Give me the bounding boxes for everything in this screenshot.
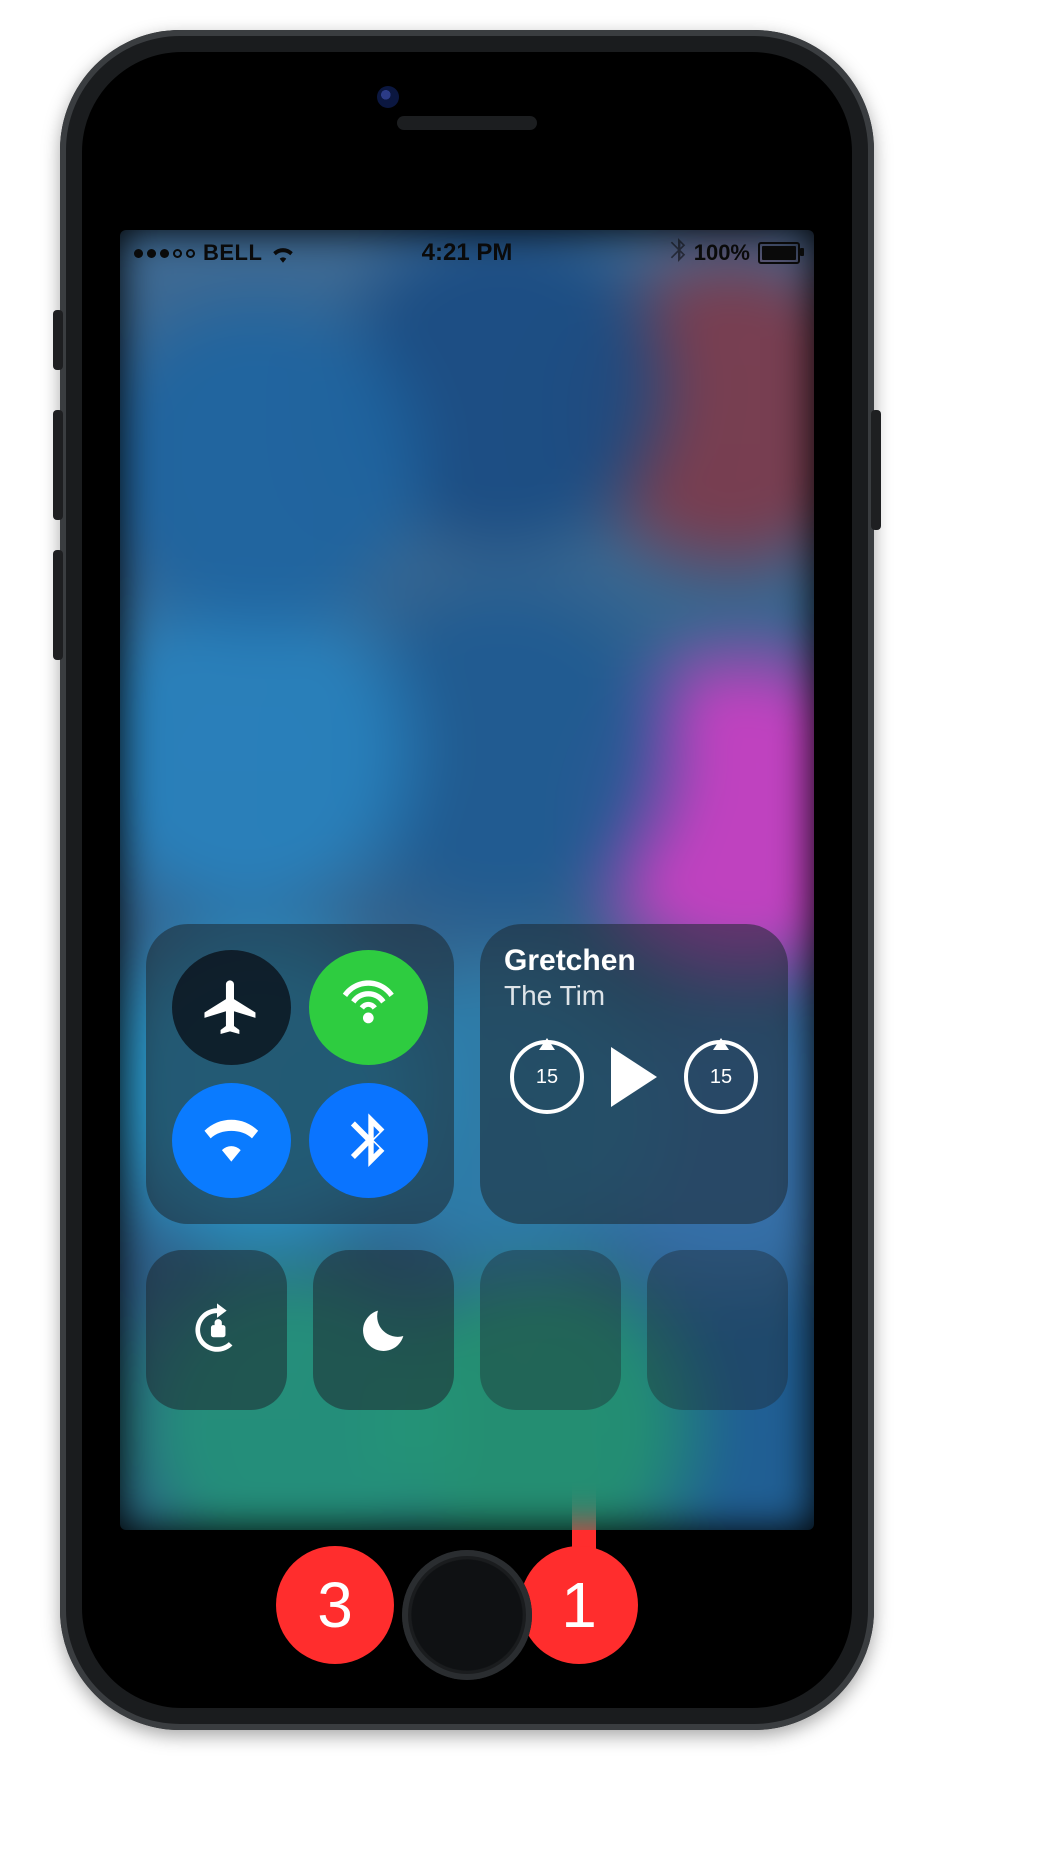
bluetooth-status-icon: [670, 238, 686, 268]
signal-strength-icon: [134, 249, 195, 258]
earpiece-speaker: [397, 116, 537, 130]
play-button[interactable]: [611, 1047, 657, 1107]
battery-percent: 100%: [694, 240, 750, 266]
front-camera: [377, 86, 399, 108]
power-button[interactable]: [871, 410, 881, 530]
volume-up-button[interactable]: [53, 410, 63, 520]
airplane-mode-toggle[interactable]: [172, 950, 291, 1065]
seek-forward-button[interactable]: 15: [684, 1040, 758, 1114]
wifi-icon: [198, 1108, 265, 1172]
mute-switch[interactable]: [53, 310, 63, 370]
cellular-data-toggle[interactable]: [309, 950, 428, 1065]
status-time: 4:21 PM: [422, 239, 513, 267]
empty-tile[interactable]: [480, 1250, 621, 1410]
bluetooth-toggle[interactable]: [309, 1083, 428, 1198]
wifi-status-icon: [270, 243, 296, 263]
iphone-frame: BELL 4:21 PM 100%: [60, 30, 874, 1730]
home-button[interactable]: [402, 1550, 532, 1680]
control-center[interactable]: Gretchen The Tim 15 15: [146, 924, 788, 1530]
wifi-toggle[interactable]: [172, 1083, 291, 1198]
bluetooth-icon: [335, 1108, 402, 1172]
rotation-lock-icon: [188, 1301, 246, 1359]
media-subtitle: The Tim: [504, 980, 764, 1012]
moon-icon: [355, 1301, 413, 1359]
battery-icon: [758, 242, 800, 264]
status-bar: BELL 4:21 PM 100%: [120, 230, 814, 276]
cellular-icon: [335, 975, 402, 1039]
seek-back-button[interactable]: 15: [510, 1040, 584, 1114]
tiles-row-left: [146, 1250, 454, 1530]
connectivity-card[interactable]: [146, 924, 454, 1224]
volume-down-button[interactable]: [53, 550, 63, 660]
carrier-label: BELL: [203, 240, 262, 266]
media-card[interactable]: Gretchen The Tim 15 15: [480, 924, 788, 1224]
seek-back-label: 15: [536, 1066, 558, 1089]
airplane-icon: [198, 975, 265, 1039]
do-not-disturb-tile[interactable]: [313, 1250, 454, 1410]
empty-tile[interactable]: [647, 1250, 788, 1410]
tiles-row-right: [480, 1250, 788, 1530]
orientation-lock-tile[interactable]: [146, 1250, 287, 1410]
seek-forward-label: 15: [710, 1066, 732, 1089]
media-title: Gretchen: [504, 944, 764, 978]
screen: BELL 4:21 PM 100%: [120, 230, 814, 1530]
